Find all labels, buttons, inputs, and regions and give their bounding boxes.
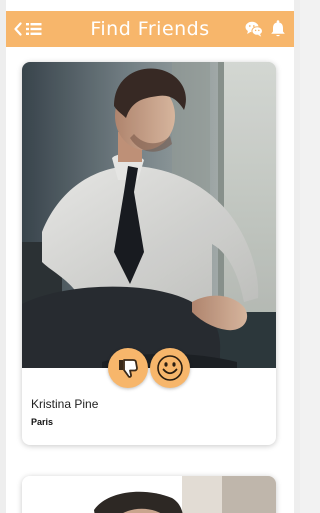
thumbs-down-icon — [119, 359, 138, 378]
top-app-bar: Find Friends — [6, 11, 294, 47]
profile-city: Paris — [31, 417, 54, 427]
profile-photo[interactable] — [22, 62, 276, 368]
chat-button[interactable] — [245, 21, 263, 37]
dislike-button[interactable] — [108, 348, 148, 388]
profile-photo-illustration — [22, 62, 276, 368]
wechat-icon — [245, 21, 263, 37]
profile-card[interactable]: Kristina Pine Paris — [22, 62, 276, 445]
profile-name: Kristina Pine — [31, 397, 99, 411]
profile-card[interactable] — [22, 476, 276, 513]
notifications-button[interactable] — [270, 20, 286, 38]
smiley-face-icon — [157, 355, 183, 381]
profile-photo-illustration — [22, 476, 276, 513]
bell-icon — [271, 20, 285, 37]
like-button[interactable] — [150, 348, 190, 388]
profile-photo[interactable] — [22, 476, 276, 513]
